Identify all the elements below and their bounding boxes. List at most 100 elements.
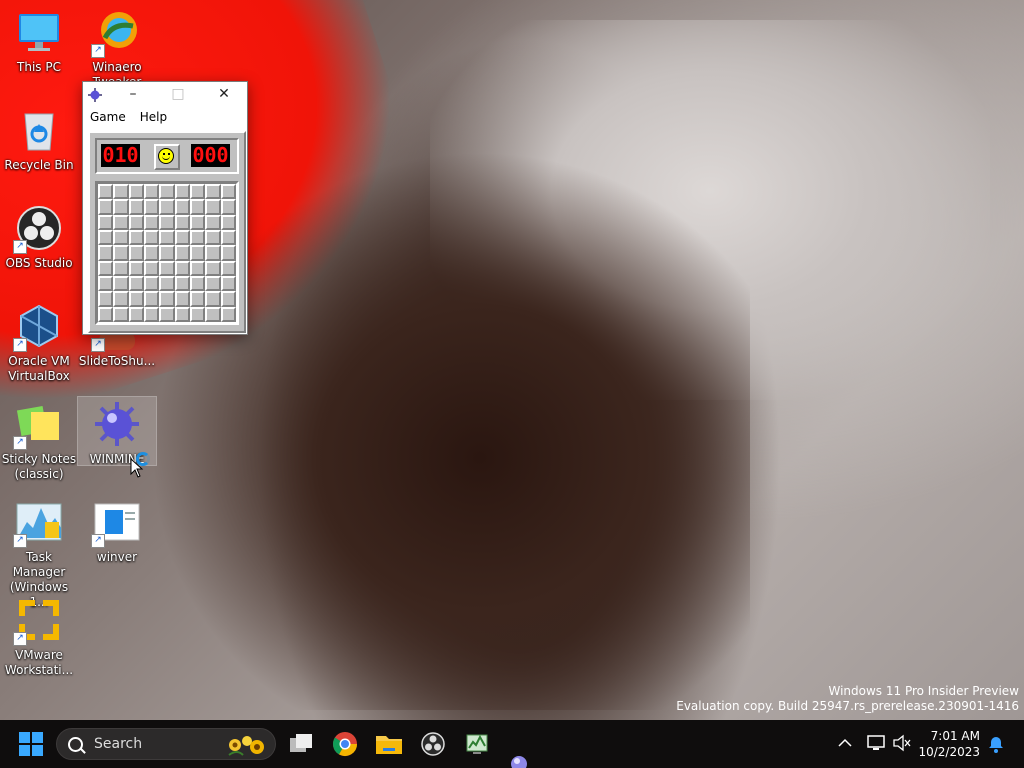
- mine-cell[interactable]: [189, 291, 206, 307]
- mine-cell[interactable]: [174, 275, 190, 292]
- mine-cell[interactable]: [205, 245, 221, 261]
- mine-cell[interactable]: [128, 229, 144, 246]
- mine-cell[interactable]: [159, 214, 175, 230]
- mine-cell[interactable]: [98, 214, 114, 230]
- desktop-icon-sticky-notes[interactable]: ↗ Sticky Notes (classic): [0, 400, 78, 482]
- start-button[interactable]: [19, 732, 43, 756]
- notification-bell-icon[interactable]: [987, 735, 1005, 756]
- task-manager-icon[interactable]: [461, 728, 493, 760]
- mine-cell[interactable]: [189, 245, 206, 261]
- volume-muted-icon[interactable]: [892, 734, 912, 755]
- mine-cell[interactable]: [113, 245, 129, 261]
- desktop-icon-winver[interactable]: ↗ winver: [78, 498, 156, 565]
- mine-cell[interactable]: [143, 291, 160, 307]
- mine-cell[interactable]: [205, 306, 221, 322]
- mine-cell[interactable]: [174, 260, 190, 276]
- desktop-icon-winaero-tweaker[interactable]: ↗ Winaero Tweaker: [78, 8, 156, 90]
- new-game-face-button[interactable]: [154, 144, 180, 170]
- minesweeper-taskbar-icon[interactable]: [505, 750, 533, 768]
- mine-cell[interactable]: [220, 184, 236, 200]
- mine-cell[interactable]: [205, 184, 221, 200]
- mine-cell[interactable]: [220, 275, 236, 292]
- mine-cell[interactable]: [220, 245, 236, 261]
- obs-icon[interactable]: [417, 728, 449, 760]
- mine-cell[interactable]: [174, 306, 190, 322]
- mine-cell[interactable]: [143, 260, 160, 276]
- mine-cell[interactable]: [174, 245, 190, 261]
- mine-cell[interactable]: [128, 214, 144, 230]
- task-view-icon[interactable]: [285, 728, 317, 760]
- mine-cell[interactable]: [189, 214, 206, 230]
- mine-cell[interactable]: [205, 275, 221, 292]
- mine-cell[interactable]: [159, 306, 175, 322]
- mine-cell[interactable]: [159, 260, 175, 276]
- mine-cell[interactable]: [143, 184, 160, 200]
- mine-cell[interactable]: [220, 306, 236, 322]
- mine-cell[interactable]: [128, 199, 144, 215]
- mine-cell[interactable]: [174, 291, 190, 307]
- mine-cell[interactable]: [113, 291, 129, 307]
- mine-cell[interactable]: [113, 260, 129, 276]
- desktop-icon-vmware[interactable]: ↗ VMware Workstati...: [0, 596, 78, 678]
- mine-cell[interactable]: [143, 229, 160, 246]
- mine-cell[interactable]: [128, 275, 144, 292]
- mine-cell[interactable]: [98, 184, 114, 200]
- desktop-icon-this-pc[interactable]: This PC: [0, 8, 78, 75]
- mine-cell[interactable]: [113, 199, 129, 215]
- mine-cell[interactable]: [143, 245, 160, 261]
- mine-cell[interactable]: [205, 291, 221, 307]
- mine-cell[interactable]: [205, 214, 221, 230]
- desktop-icon-recycle-bin[interactable]: Recycle Bin: [0, 106, 78, 173]
- taskbar-search-box[interactable]: Search: [56, 728, 276, 760]
- mine-cell[interactable]: [113, 229, 129, 246]
- mine-cell[interactable]: [189, 229, 206, 246]
- desktop-icon-virtualbox[interactable]: ↗ Oracle VM VirtualBox: [0, 302, 78, 384]
- minimize-button[interactable]: –: [113, 82, 153, 106]
- mine-cell[interactable]: [189, 306, 206, 322]
- network-icon[interactable]: [866, 734, 886, 755]
- mine-cell[interactable]: [174, 184, 190, 200]
- mine-cell[interactable]: [113, 184, 129, 200]
- mine-cell[interactable]: [143, 214, 160, 230]
- mine-cell[interactable]: [189, 199, 206, 215]
- close-button[interactable]: ✕: [204, 82, 244, 106]
- mine-cell[interactable]: [159, 245, 175, 261]
- mine-cell[interactable]: [220, 214, 236, 230]
- mine-cell[interactable]: [128, 260, 144, 276]
- file-explorer-icon[interactable]: [373, 728, 405, 760]
- mine-cell[interactable]: [220, 199, 236, 215]
- chrome-icon[interactable]: [329, 728, 361, 760]
- mine-cell[interactable]: [143, 275, 160, 292]
- mine-cell[interactable]: [113, 275, 129, 292]
- title-bar[interactable]: – □ ✕: [83, 82, 247, 106]
- mine-cell[interactable]: [143, 306, 160, 322]
- mine-cell[interactable]: [113, 306, 129, 322]
- mine-cell[interactable]: [174, 229, 190, 246]
- menu-help[interactable]: Help: [133, 106, 174, 124]
- mine-cell[interactable]: [189, 184, 206, 200]
- mine-cell[interactable]: [189, 260, 206, 276]
- mine-cell[interactable]: [220, 291, 236, 307]
- mine-cell[interactable]: [98, 306, 114, 322]
- desktop-icon-obs-studio[interactable]: ↗ OBS Studio: [0, 204, 78, 271]
- mine-cell[interactable]: [128, 291, 144, 307]
- mine-cell[interactable]: [98, 260, 114, 276]
- mine-cell[interactable]: [128, 184, 144, 200]
- mine-cell[interactable]: [205, 199, 221, 215]
- mine-cell[interactable]: [189, 275, 206, 292]
- desktop-icon-task-manager[interactable]: ↗ Task Manager (Windows 1...: [0, 498, 78, 610]
- mine-cell[interactable]: [98, 275, 114, 292]
- mine-cell[interactable]: [205, 229, 221, 246]
- mine-cell[interactable]: [220, 229, 236, 246]
- mine-cell[interactable]: [113, 214, 129, 230]
- mine-cell[interactable]: [159, 291, 175, 307]
- mine-cell[interactable]: [128, 306, 144, 322]
- mine-cell[interactable]: [205, 260, 221, 276]
- show-hidden-icons-chevron-up-icon[interactable]: [836, 734, 854, 755]
- mine-cell[interactable]: [128, 245, 144, 261]
- mine-cell[interactable]: [98, 229, 114, 246]
- mine-cell[interactable]: [174, 199, 190, 215]
- mine-cell[interactable]: [174, 214, 190, 230]
- mine-cell[interactable]: [220, 260, 236, 276]
- mine-cell[interactable]: [98, 245, 114, 261]
